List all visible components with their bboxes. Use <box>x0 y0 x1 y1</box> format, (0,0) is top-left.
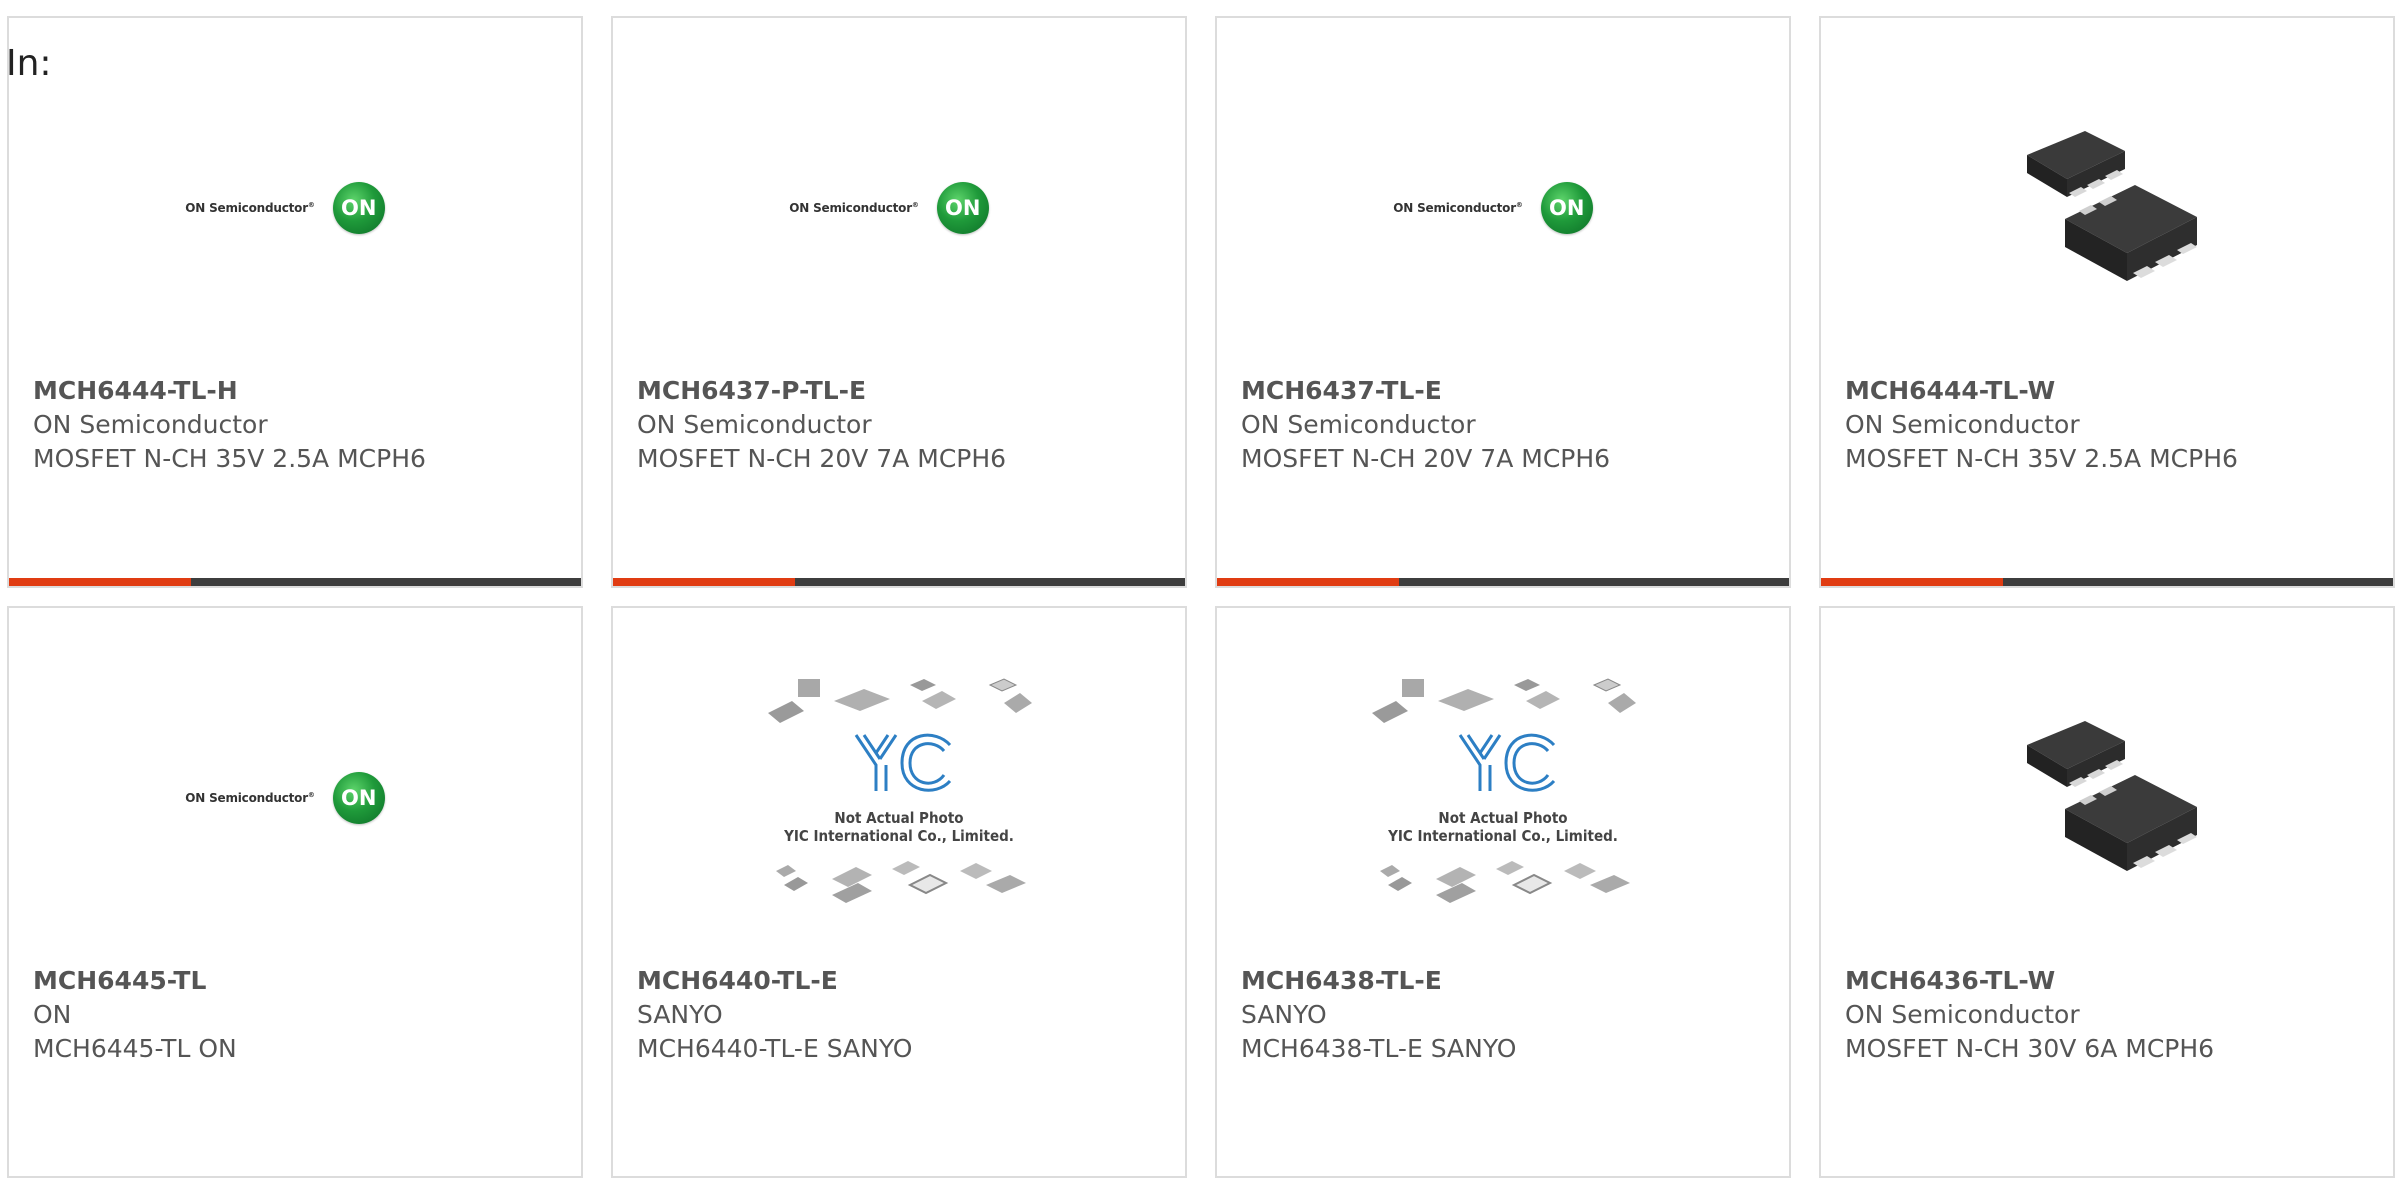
yic-placeholder-icon: Not Actual Photo YIC International Co., … <box>768 678 1032 903</box>
product-image: ON Semiconductor® ON <box>613 78 1185 338</box>
product-grid: ON Semiconductor® ON MCH6444-TL-H ON Sem… <box>0 0 2400 1178</box>
product-image <box>1821 78 2393 338</box>
description: MCH6440-TL-E SANYO <box>637 1034 913 1063</box>
manufacturer: ON Semiconductor <box>637 410 872 439</box>
description: MOSFET N-CH 20V 7A MCPH6 <box>637 444 1007 473</box>
manufacturer: ON Semiconductor <box>1241 410 1476 439</box>
product-card[interactable]: ON Semiconductor® ON MCH6437-P-TL-E ON S… <box>611 16 1187 588</box>
product-card[interactable]: Not Actual Photo YIC International Co., … <box>1215 606 1791 1178</box>
part-number[interactable]: MCH6436-TL-W <box>1845 964 2373 998</box>
yic-placeholder-icon: Not Actual Photo YIC International Co., … <box>1372 678 1636 903</box>
part-number[interactable]: MCH6445-TL <box>33 964 561 998</box>
product-card[interactable]: MCH6436-TL-W ON Semiconductor MOSFET N-C… <box>1819 606 2395 1178</box>
card-bar <box>1821 578 2393 586</box>
card-bar <box>1217 578 1789 586</box>
chip-photo-icon <box>2027 131 2197 281</box>
manufacturer: ON Semiconductor <box>1845 410 2080 439</box>
description: MOSFET N-CH 35V 2.5A MCPH6 <box>33 444 426 473</box>
product-image: Not Actual Photo YIC International Co., … <box>613 668 1185 928</box>
on-semi-logo: ON Semiconductor® ON <box>1393 182 1593 234</box>
product-image: ON Semiconductor® ON <box>9 78 581 338</box>
svg-text:YIC International Co., Limited: YIC International Co., Limited. <box>1387 827 1618 845</box>
in-label: In: <box>6 43 52 84</box>
product-image: Not Actual Photo YIC International Co., … <box>1217 668 1789 928</box>
description: MCH6445-TL ON <box>33 1034 237 1063</box>
product-image <box>1821 668 2393 928</box>
part-number[interactable]: MCH6437-TL-E <box>1241 374 1769 408</box>
svg-text:YIC International Co., Limited: YIC International Co., Limited. <box>783 827 1014 845</box>
product-card[interactable]: ON Semiconductor® ON MCH6437-TL-E ON Sem… <box>1215 16 1791 588</box>
part-number[interactable]: MCH6440-TL-E <box>637 964 1165 998</box>
product-card[interactable]: MCH6444-TL-W ON Semiconductor MOSFET N-C… <box>1819 16 2395 588</box>
svg-text:Not Actual Photo: Not Actual Photo <box>834 809 963 827</box>
card-bar <box>9 578 581 586</box>
on-semi-logo: ON Semiconductor® ON <box>185 182 385 234</box>
card-bar <box>613 578 1185 586</box>
on-semi-logo: ON Semiconductor® ON <box>789 182 989 234</box>
product-image: ON Semiconductor® ON <box>9 668 581 928</box>
manufacturer: ON Semiconductor <box>1845 1000 2080 1029</box>
product-image: ON Semiconductor® ON <box>1217 78 1789 338</box>
description: MCH6438-TL-E SANYO <box>1241 1034 1517 1063</box>
part-number[interactable]: MCH6438-TL-E <box>1241 964 1769 998</box>
manufacturer: SANYO <box>637 1000 723 1029</box>
product-card[interactable]: Not Actual Photo YIC International Co., … <box>611 606 1187 1178</box>
product-card[interactable]: ON Semiconductor® ON MCH6445-TL ON MCH64… <box>7 606 583 1178</box>
manufacturer: SANYO <box>1241 1000 1327 1029</box>
description: MOSFET N-CH 20V 7A MCPH6 <box>1241 444 1611 473</box>
description: MOSFET N-CH 30V 6A MCPH6 <box>1845 1034 2215 1063</box>
chip-photo-icon <box>2027 721 2197 871</box>
description: MOSFET N-CH 35V 2.5A MCPH6 <box>1845 444 2238 473</box>
product-card[interactable]: ON Semiconductor® ON MCH6444-TL-H ON Sem… <box>7 16 583 588</box>
part-number[interactable]: MCH6437-P-TL-E <box>637 374 1165 408</box>
svg-text:Not Actual Photo: Not Actual Photo <box>1438 809 1567 827</box>
part-number[interactable]: MCH6444-TL-H <box>33 374 561 408</box>
on-semi-logo: ON Semiconductor® ON <box>185 772 385 824</box>
manufacturer: ON <box>33 1000 72 1029</box>
part-number[interactable]: MCH6444-TL-W <box>1845 374 2373 408</box>
manufacturer: ON Semiconductor <box>33 410 268 439</box>
